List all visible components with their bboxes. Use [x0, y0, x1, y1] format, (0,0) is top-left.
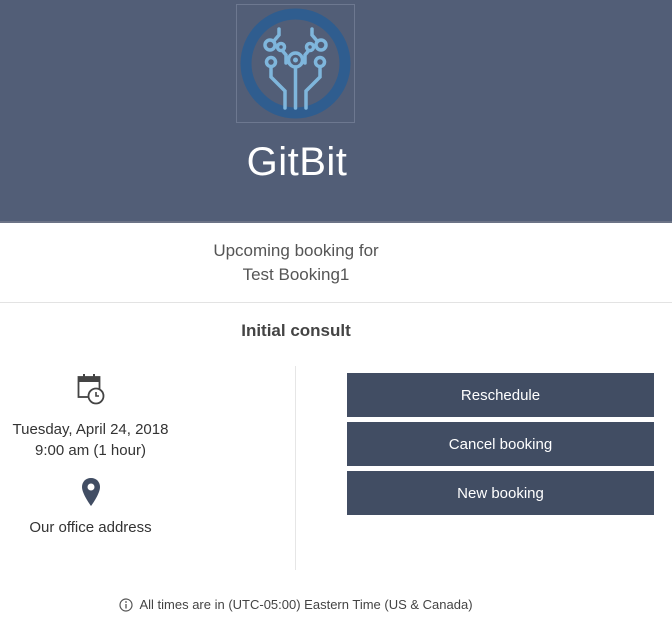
reschedule-button[interactable]: Reschedule: [347, 373, 654, 417]
logo: [236, 4, 355, 123]
booking-location: Our office address: [29, 519, 152, 536]
divider: [0, 302, 672, 303]
timezone-note: All times are in (UTC-05:00) Eastern Tim…: [0, 597, 592, 612]
timezone-text: All times are in (UTC-05:00) Eastern Tim…: [139, 597, 473, 612]
cancel-booking-button[interactable]: Cancel booking: [347, 422, 654, 466]
column-divider: [295, 366, 296, 570]
service-title: Initial consult: [241, 321, 351, 340]
circuit-logo-icon: [240, 8, 351, 119]
booking-heading-line2: Test Booking1: [242, 265, 350, 284]
booking-date: Tuesday, April 24, 2018: [12, 421, 169, 438]
brand-name: GitBit: [246, 140, 348, 184]
new-booking-button[interactable]: New booking: [347, 471, 654, 515]
header-banner: GitBit: [0, 0, 672, 223]
map-pin-icon: [81, 478, 100, 506]
booking-time: 9:00 am (1 hour): [35, 442, 146, 459]
booking-heading-line1: Upcoming booking for: [213, 241, 379, 260]
booking-heading: Upcoming booking for Test Booking1: [0, 223, 592, 287]
info-icon: [119, 598, 134, 612]
booking-details: Tuesday, April 24, 2018 9:00 am (1 hour)…: [0, 370, 181, 536]
calendar-clock-icon: [77, 374, 104, 405]
